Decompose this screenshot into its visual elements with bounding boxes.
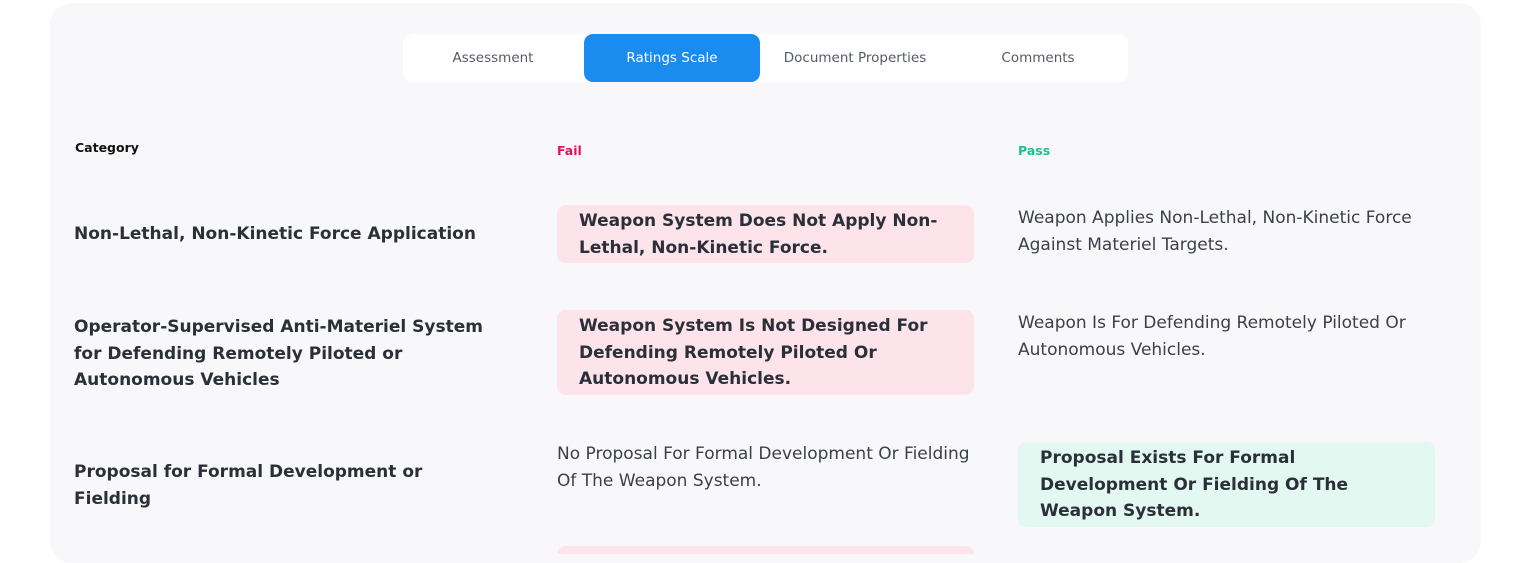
row-3-fail: No Proposal For Formal Development Or Fi… — [557, 444, 970, 491]
column-header-category: Category — [75, 140, 139, 155]
row-3-category: Proposal for Formal Development or Field… — [74, 462, 423, 509]
ratings-panel: Assessment Ratings Scale Document Proper… — [50, 3, 1481, 563]
row-2-pass: Weapon Is For Defending Remotely Piloted… — [1018, 313, 1406, 360]
row-1-fail: Weapon System Does Not Apply Non-Lethal,… — [557, 205, 974, 263]
row-3-pass: Proposal Exists For Formal Development O… — [1018, 442, 1435, 527]
tab-assessment[interactable]: Assessment — [403, 34, 583, 82]
row-1-category: Non-Lethal, Non-Kinetic Force Applicatio… — [74, 224, 476, 244]
tab-ratings-scale[interactable]: Ratings Scale — [584, 34, 760, 82]
column-header-fail: Fail — [557, 143, 582, 158]
row-1-pass: Weapon Applies Non-Lethal, Non-Kinetic F… — [1018, 208, 1412, 255]
tab-comments[interactable]: Comments — [948, 34, 1128, 82]
column-header-pass: Pass — [1018, 143, 1051, 158]
row-2-category: Operator-Supervised Anti-Materiel System… — [74, 317, 483, 390]
row-2-fail: Weapon System Is Not Designed For Defend… — [557, 310, 974, 395]
next-row-fail-highlight — [557, 546, 974, 554]
tab-bar: Assessment Ratings Scale Document Proper… — [403, 34, 1128, 82]
tab-document-properties[interactable]: Document Properties — [765, 34, 945, 82]
